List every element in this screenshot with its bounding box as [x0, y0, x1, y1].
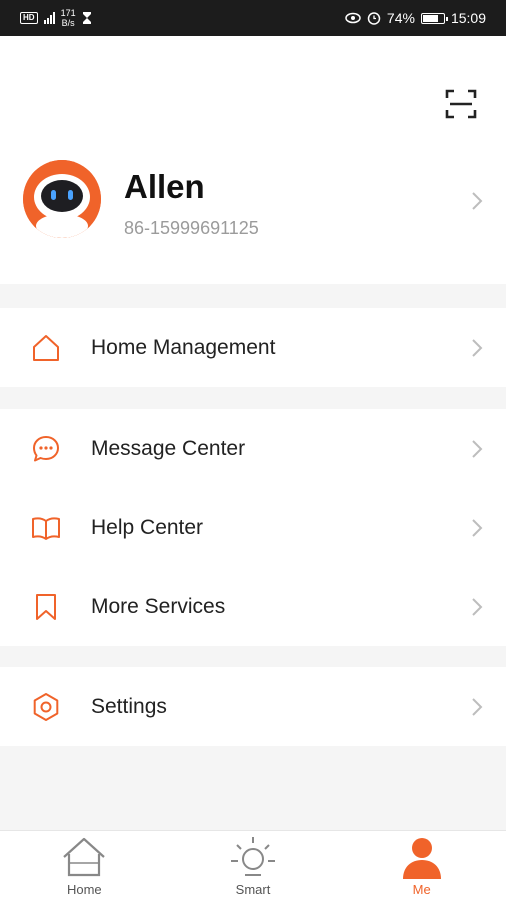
bookmark-icon: [30, 591, 62, 623]
status-left: HD 171 B/s: [20, 0, 92, 36]
avatar[interactable]: [23, 160, 101, 238]
menu-group-home: Home Management: [0, 308, 506, 387]
tab-smart[interactable]: Smart: [169, 831, 338, 900]
alarm-icon: [367, 12, 381, 25]
book-icon: [30, 512, 62, 544]
tab-label: Me: [412, 882, 431, 897]
status-right: 74% 15:09: [345, 0, 486, 36]
menu-group-settings: Settings: [0, 667, 506, 746]
menu-label: Settings: [91, 694, 167, 718]
menu-group-services: Message Center Help Center More Services: [0, 409, 506, 646]
menu-label: More Services: [91, 594, 226, 618]
hourglass-icon: [82, 12, 91, 24]
hexagon-settings-icon: [30, 691, 62, 723]
clock: 15:09: [450, 10, 486, 26]
chevron-right-icon: [472, 697, 483, 716]
menu-label: Home Management: [91, 335, 276, 359]
scan-icon[interactable]: [444, 88, 478, 120]
net-speed-unit: B/s: [61, 18, 75, 28]
house-icon: [63, 837, 106, 877]
tab-label: Home: [66, 882, 102, 897]
battery-percent: 74%: [386, 10, 415, 26]
net-speed: 171 B/s: [61, 8, 76, 28]
tab-home[interactable]: Home: [0, 831, 169, 900]
tab-me[interactable]: Me: [337, 831, 506, 900]
status-bar: HD 171 B/s 74% 15:09: [0, 0, 506, 36]
menu-item-settings[interactable]: Settings: [0, 667, 506, 746]
menu-item-help-center[interactable]: Help Center: [0, 488, 506, 567]
tab-label: Smart: [235, 882, 271, 897]
chevron-right-icon: [472, 439, 483, 458]
menu-label: Message Center: [91, 436, 246, 460]
eye-comfort-icon: [345, 12, 361, 24]
signal-icon: [43, 12, 55, 24]
message-icon: [30, 433, 62, 465]
chevron-right-icon: [472, 338, 483, 357]
sun-icon: [231, 837, 275, 876]
network-type-badge: HD: [20, 12, 38, 24]
chevron-right-icon: [472, 597, 483, 616]
menu-item-more-services[interactable]: More Services: [0, 567, 506, 646]
chevron-right-icon: [472, 518, 483, 537]
person-icon: [402, 838, 441, 879]
user-phone: 86-15999691125: [124, 218, 259, 238]
net-speed-value: 171: [60, 8, 76, 18]
battery-icon: [420, 12, 448, 24]
robot-avatar-icon: [23, 160, 101, 238]
chevron-right-icon: [472, 192, 483, 210]
menu-item-home-management[interactable]: Home Management: [0, 308, 506, 387]
profile-card[interactable]: Allen 86-15999691125: [0, 36, 506, 284]
menu-item-message-center[interactable]: Message Center: [0, 409, 506, 488]
menu-label: Help Center: [91, 515, 204, 539]
user-name: Allen: [124, 168, 205, 205]
bottom-tab-bar: Home Smart Me: [0, 830, 506, 900]
battery-level-fill: [422, 14, 438, 22]
home-icon: [30, 332, 62, 364]
